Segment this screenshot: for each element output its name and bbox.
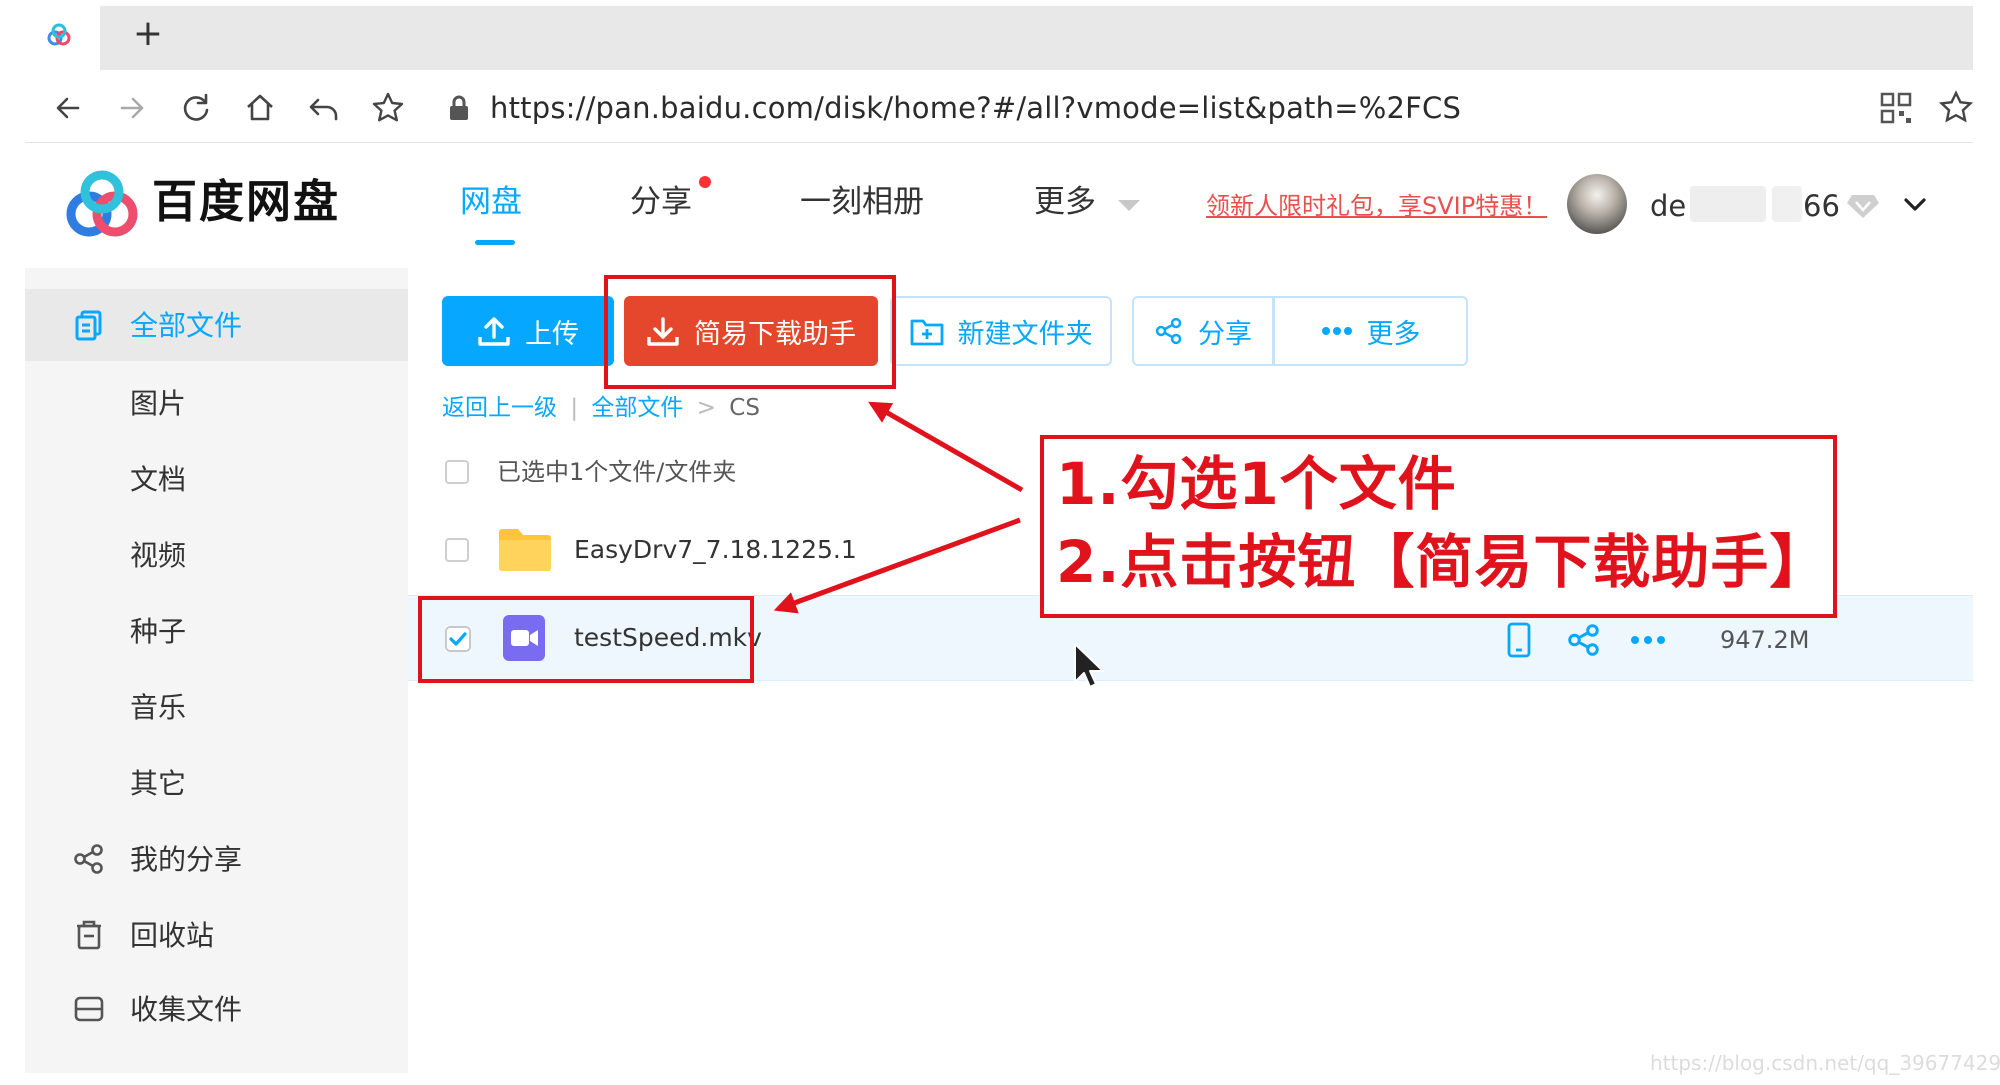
promo-link[interactable]: 领新人限时礼包，享SVIP特惠！ — [1206, 188, 1547, 224]
new-tab-button[interactable]: + — [128, 14, 168, 54]
home-icon[interactable] — [240, 88, 280, 128]
highlight-selected-file — [418, 596, 754, 683]
new-folder-button[interactable]: 新建文件夹 — [890, 296, 1112, 366]
row-share-icon[interactable] — [1566, 622, 1602, 658]
vip-diamond-icon[interactable] — [1846, 192, 1880, 220]
share-icon — [1155, 317, 1182, 345]
sidebar-item-documents[interactable]: 文档 — [130, 460, 186, 500]
new-folder-icon — [910, 319, 943, 346]
arrow-to-easy-download — [868, 401, 1024, 493]
undo-icon[interactable] — [304, 88, 344, 128]
address-bar[interactable]: https://pan.baidu.com/disk/home?#/all?vm… — [490, 86, 1461, 130]
more-button[interactable]: 更多 — [1274, 296, 1468, 366]
username-suffix[interactable]: 66 — [1803, 186, 1840, 226]
nav-more[interactable]: 更多 — [1034, 180, 1096, 224]
forward-icon[interactable] — [112, 88, 152, 128]
breadcrumb-divider: | — [570, 395, 579, 421]
sidebar-item-all-files[interactable]: 全部文件 — [130, 306, 242, 346]
qr-code-icon[interactable] — [1880, 92, 1912, 124]
collect-icon — [74, 996, 104, 1022]
share-button[interactable]: 分享 — [1132, 296, 1274, 366]
upload-label: 上传 — [525, 318, 579, 350]
sidebar-item-music[interactable]: 音乐 — [130, 688, 186, 728]
reload-icon[interactable] — [176, 88, 216, 128]
select-all-checkbox[interactable] — [445, 460, 469, 484]
folder-icon — [499, 529, 551, 571]
username-redaction — [1772, 186, 1802, 222]
file-name[interactable]: EasyDrv7_7.18.1225.1 — [574, 532, 857, 568]
browser-tab-bar-background — [100, 6, 1973, 70]
share-label: 分享 — [1198, 318, 1252, 350]
baidu-pan-logo-icon[interactable] — [62, 170, 142, 240]
nav-wangpan[interactable]: 网盘 — [460, 180, 522, 224]
lock-icon — [450, 95, 468, 120]
sidebar-item-recycle-bin[interactable]: 回收站 — [130, 916, 214, 956]
new-folder-label: 新建文件夹 — [957, 318, 1093, 350]
sidebar-item-images[interactable]: 图片 — [130, 384, 186, 424]
watermark: https://blog.csdn.net/qq_39677429 — [1650, 1051, 2000, 1075]
breadcrumb: 返回上一级 | 全部文件 > CS — [442, 390, 760, 426]
more-dots-icon — [1321, 327, 1352, 335]
sidebar-item-collect-files[interactable]: 收集文件 — [130, 990, 242, 1030]
breadcrumb-separator: > — [696, 395, 716, 421]
row-checkbox[interactable] — [445, 538, 469, 562]
more-label: 更多 — [1366, 318, 1421, 350]
highlight-easy-download-button — [604, 275, 896, 389]
notification-dot — [699, 176, 711, 188]
sidebar-item-other[interactable]: 其它 — [130, 764, 186, 804]
upload-button[interactable]: 上传 — [442, 296, 614, 366]
mouse-cursor-icon — [1074, 643, 1104, 688]
browser-tab-active[interactable] — [25, 0, 100, 70]
chevron-down-icon[interactable] — [1900, 190, 1930, 220]
bookmark-star-icon[interactable] — [368, 88, 408, 128]
avatar[interactable] — [1567, 174, 1627, 234]
nav-share[interactable]: 分享 — [630, 180, 692, 224]
brand-name: 百度网盘 — [152, 175, 341, 228]
sidebar — [25, 268, 408, 1073]
username-prefix[interactable]: de — [1650, 186, 1686, 226]
sidebar-item-my-shares[interactable]: 我的分享 — [130, 840, 242, 880]
row-more-icon[interactable] — [1628, 630, 1668, 650]
back-icon[interactable] — [48, 88, 88, 128]
baidu-pan-favicon-icon — [47, 23, 71, 46]
nav-album[interactable]: 一刻相册 — [800, 180, 924, 224]
favorites-icon[interactable] — [1938, 90, 1974, 126]
breadcrumb-back-link[interactable]: 返回上一级 — [442, 395, 557, 421]
share-icon — [74, 844, 103, 874]
upload-icon — [478, 317, 510, 346]
instruction-step-1: 1.勾选1个文件 — [1056, 450, 1457, 518]
file-size: 947.2M — [1720, 626, 1810, 654]
trash-icon — [77, 920, 101, 950]
send-to-phone-icon[interactable] — [1504, 622, 1534, 658]
breadcrumb-current: CS — [729, 395, 760, 421]
nav-more-caret-icon[interactable] — [1118, 200, 1140, 211]
instruction-step-2: 2.点击按钮【简易下载助手】 — [1056, 528, 1829, 596]
sidebar-item-torrents[interactable]: 种子 — [130, 612, 186, 652]
sidebar-item-videos[interactable]: 视频 — [130, 536, 186, 576]
selection-summary: 已选中1个文件/文件夹 — [497, 458, 737, 486]
username-redaction — [1690, 186, 1766, 222]
files-icon — [75, 310, 102, 341]
nav-active-indicator — [475, 240, 515, 245]
breadcrumb-root-link[interactable]: 全部文件 — [591, 395, 683, 421]
